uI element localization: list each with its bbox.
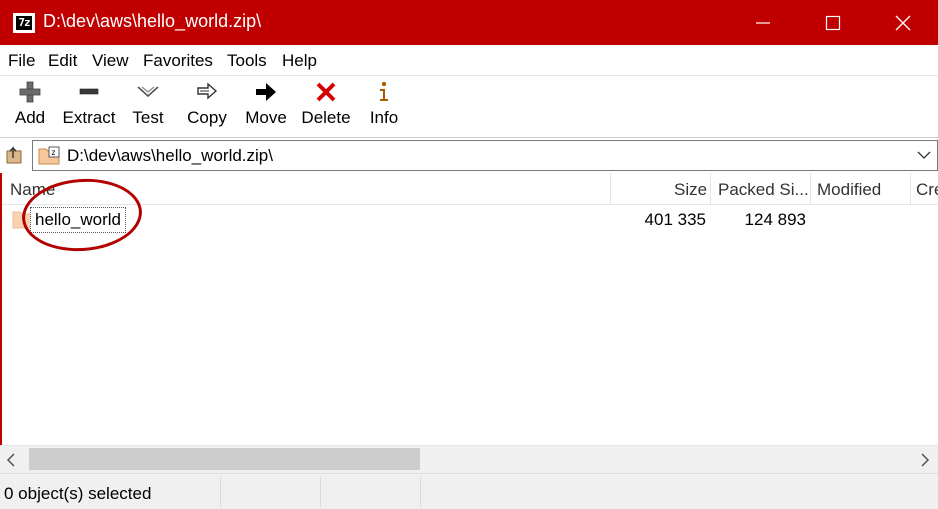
status-divider [320,477,321,507]
item-packed-size: 124 893 [744,210,806,229]
item-name[interactable]: hello_world [30,207,126,233]
menu-file[interactable]: File [8,51,35,71]
status-divider [420,477,421,507]
maximize-button[interactable] [798,0,868,45]
info-button[interactable]: Info [364,76,404,136]
window-title: D:\dev\aws\hello_world.zip\ [43,11,262,31]
extract-button[interactable]: Extract [60,76,118,136]
scrollbar-thumb[interactable] [29,448,420,470]
list-item[interactable]: hello_world 401 335 124 893 [2,205,938,235]
horizontal-scrollbar[interactable] [0,445,938,473]
up-folder-icon[interactable] [4,144,26,166]
copy-button[interactable]: Copy [183,76,231,136]
close-button[interactable] [868,0,938,45]
column-packed-size[interactable]: Packed Si... [718,180,809,200]
minus-icon [79,88,99,95]
menu-tools[interactable]: Tools [227,51,267,71]
column-size[interactable]: Size [674,180,707,200]
item-size: 401 335 [644,210,706,229]
menu-view[interactable]: View [92,51,129,71]
svg-text:z: z [51,148,56,157]
minimize-button[interactable] [728,0,798,45]
minimize-icon [756,22,770,24]
menu-bar: File Edit View Favorites Tools Help [0,45,938,76]
menu-help[interactable]: Help [282,51,317,71]
selection-status: 0 object(s) selected [4,484,152,503]
arrow-right-icon [256,83,276,101]
scroll-left-icon[interactable] [6,453,16,467]
info-icon [380,81,388,101]
address-path: D:\dev\aws\hello_world.zip\ [67,146,273,165]
move-button[interactable]: Move [242,76,290,136]
chevron-down-icon[interactable] [917,150,931,160]
maximize-icon [825,15,841,31]
column-name[interactable]: Name [10,180,55,200]
copy-arrows-icon [197,82,218,100]
delete-x-icon [316,82,336,102]
column-divider[interactable] [810,173,811,205]
close-icon [895,15,911,31]
archive-folder-icon: z [38,146,60,165]
test-button[interactable]: Test [126,76,170,136]
address-combobox[interactable]: z D:\dev\aws\hello_world.zip\ [32,140,938,171]
toolbar: Add Extract Test Copy Move Delete Info [0,76,938,138]
status-bar: 0 object(s) selected [0,473,938,509]
column-header: Name Size Packed Si... Modified Cre [2,173,938,205]
column-created[interactable]: Cre [916,180,938,200]
plus-icon [19,81,41,103]
scroll-right-icon[interactable] [920,453,930,467]
menu-favorites[interactable]: Favorites [143,51,213,71]
delete-button[interactable]: Delete [299,76,353,136]
7zip-app-icon[interactable]: 7z [13,13,35,33]
column-divider[interactable] [710,173,711,205]
check-chevron-icon [137,86,159,98]
file-list[interactable]: Name Size Packed Si... Modified Cre hell… [0,173,938,445]
add-button[interactable]: Add [6,76,54,136]
column-divider[interactable] [910,173,911,205]
status-divider [220,477,221,507]
title-bar: 7z D:\dev\aws\hello_world.zip\ [0,0,938,45]
column-divider[interactable] [610,173,611,205]
address-bar: z D:\dev\aws\hello_world.zip\ [0,138,938,173]
column-modified[interactable]: Modified [817,180,881,200]
menu-edit[interactable]: Edit [48,51,77,71]
